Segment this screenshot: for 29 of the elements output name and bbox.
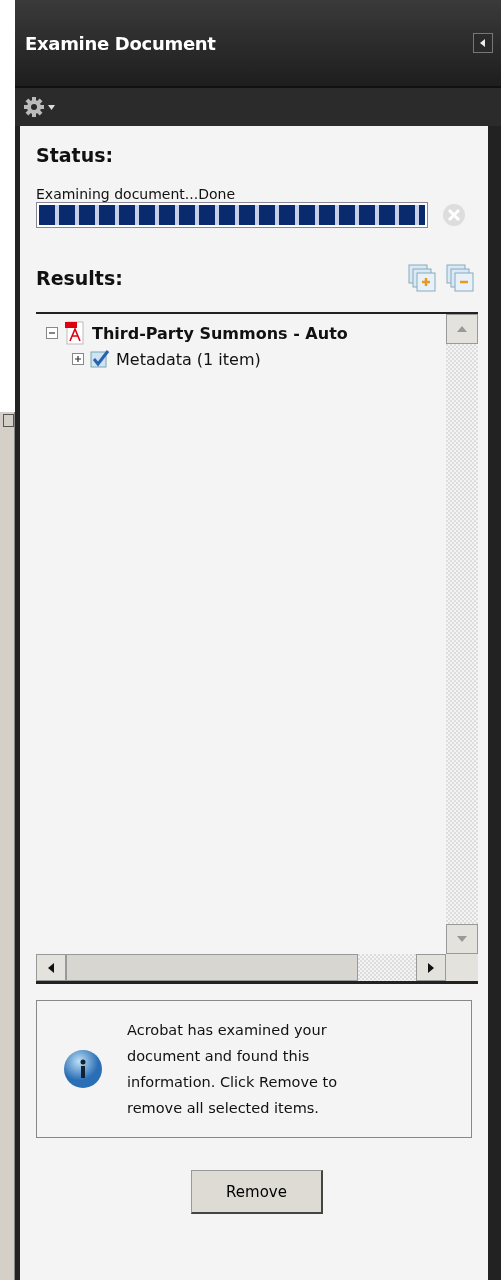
status-message: Examining document...Done xyxy=(36,186,237,202)
horizontal-scrollbar[interactable] xyxy=(36,954,446,984)
checkbox-icon[interactable] xyxy=(90,349,110,369)
info-icon xyxy=(63,1049,103,1089)
left-arrow-icon xyxy=(48,962,54,973)
tree-item[interactable]: Third-Party Summons - Auto xyxy=(92,323,348,343)
expand-toggle[interactable] xyxy=(72,353,84,365)
panel-title: Examine Document xyxy=(25,32,216,54)
window-button[interactable] xyxy=(3,414,14,427)
info-message: Acrobat has examined your document and found this information. Click Remove to remove all selected items. xyxy=(127,1021,339,1118)
status-label: Status: xyxy=(36,144,115,166)
settings-button[interactable] xyxy=(23,96,55,118)
scrollbar-corner xyxy=(446,954,478,984)
collapse-button[interactable] xyxy=(473,33,493,53)
left-arrow-icon xyxy=(479,39,487,47)
scroll-right-button[interactable] xyxy=(416,954,446,981)
caret-icon xyxy=(48,104,55,110)
up-arrow-icon xyxy=(457,326,467,332)
pdf-icon xyxy=(64,321,86,345)
remove-button[interactable]: Remove xyxy=(191,1170,323,1214)
tree-item[interactable]: Metadata (1 item) xyxy=(116,349,261,369)
results-label: Results: xyxy=(36,267,123,289)
collapse-toggle[interactable] xyxy=(46,327,58,339)
scroll-left-button[interactable] xyxy=(36,954,66,981)
down-arrow-icon xyxy=(457,936,467,942)
right-arrow-icon xyxy=(428,962,434,973)
plus-icon xyxy=(74,355,82,363)
minus-icon xyxy=(48,329,56,337)
scroll-thumb[interactable] xyxy=(66,954,358,981)
